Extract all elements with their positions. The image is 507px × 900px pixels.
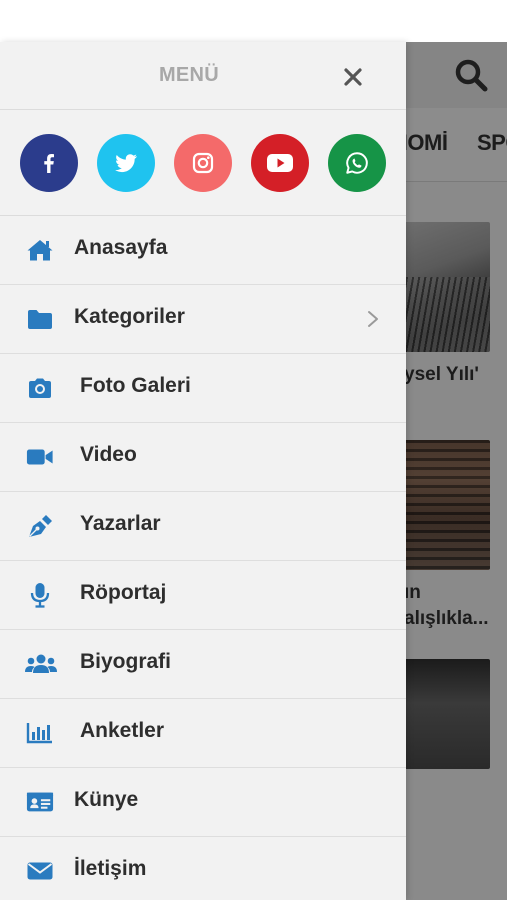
menu-item-label: Foto Galeri bbox=[80, 374, 191, 397]
menu-item-label: Kategoriler bbox=[74, 305, 185, 328]
news-thumbnail[interactable] bbox=[400, 222, 490, 352]
menu-item-yazarlar[interactable]: Yazarlar bbox=[0, 492, 406, 561]
menu-item-video[interactable]: Video bbox=[0, 423, 406, 492]
microphone-icon bbox=[26, 583, 54, 608]
close-button[interactable] bbox=[336, 60, 370, 94]
video-camera-icon bbox=[26, 445, 54, 469]
menu-title: MENÜ bbox=[158, 64, 220, 86]
social-links bbox=[0, 110, 406, 216]
whatsapp-icon bbox=[346, 152, 368, 174]
menu-item-label: Künye bbox=[74, 788, 139, 811]
menu-item-anasayfa[interactable]: Anasayfa bbox=[0, 216, 406, 285]
instagram-button[interactable] bbox=[174, 134, 232, 192]
menu-item-anketler[interactable]: Anketler bbox=[0, 699, 406, 768]
news-caption[interactable]: ysel Yılı' bbox=[404, 364, 479, 386]
drawer-header: MENÜ bbox=[0, 42, 406, 110]
home-icon bbox=[26, 238, 54, 262]
poll-chart-icon bbox=[26, 721, 54, 745]
youtube-icon bbox=[267, 154, 293, 172]
pen-nib-icon bbox=[26, 514, 54, 538]
folder-icon bbox=[26, 307, 54, 331]
status-bar bbox=[0, 0, 507, 42]
menu-item-label: İletişim bbox=[74, 857, 147, 880]
menu-item-kunye[interactable]: Künye bbox=[0, 768, 406, 837]
chevron-right-icon bbox=[364, 309, 382, 329]
twitter-button[interactable] bbox=[97, 134, 155, 192]
menu-item-label: Video bbox=[80, 443, 137, 466]
instagram-icon bbox=[192, 152, 214, 174]
news-caption[interactable]: alışlıkla... bbox=[404, 608, 489, 630]
twitter-icon bbox=[115, 154, 137, 173]
menu-item-label: Röportaj bbox=[80, 581, 167, 604]
menu-item-label: Yazarlar bbox=[80, 512, 161, 535]
nav-item-spor[interactable]: SPO bbox=[477, 130, 507, 156]
envelope-icon bbox=[26, 859, 54, 883]
whatsapp-button[interactable] bbox=[328, 134, 386, 192]
menu-list: Anasayfa Kategoriler Foto Galeri Video Y… bbox=[0, 216, 406, 900]
menu-item-foto-galeri[interactable]: Foto Galeri bbox=[0, 354, 406, 423]
users-icon bbox=[24, 652, 58, 676]
id-card-icon bbox=[26, 790, 54, 814]
camera-icon bbox=[26, 376, 54, 400]
menu-item-kategoriler[interactable]: Kategoriler bbox=[0, 285, 406, 354]
menu-item-biyografi[interactable]: Biyografi bbox=[0, 630, 406, 699]
close-icon bbox=[344, 68, 362, 86]
menu-item-label: Anketler bbox=[80, 719, 165, 742]
news-thumbnail[interactable] bbox=[400, 659, 490, 769]
menu-item-label: Biyografi bbox=[80, 650, 172, 673]
news-thumbnail[interactable] bbox=[400, 440, 490, 570]
search-icon[interactable] bbox=[452, 56, 490, 94]
news-caption[interactable]: ın bbox=[404, 582, 421, 604]
facebook-button[interactable] bbox=[20, 134, 78, 192]
facebook-icon bbox=[44, 154, 54, 173]
menu-item-roportaj[interactable]: Röportaj bbox=[0, 561, 406, 630]
menu-item-iletisim[interactable]: İletişim bbox=[0, 837, 406, 900]
youtube-button[interactable] bbox=[251, 134, 309, 192]
side-menu-drawer: MENÜ Anasayfa Kategoriler Foto Galeri Vi… bbox=[0, 42, 406, 900]
menu-item-label: Anasayfa bbox=[74, 236, 168, 259]
